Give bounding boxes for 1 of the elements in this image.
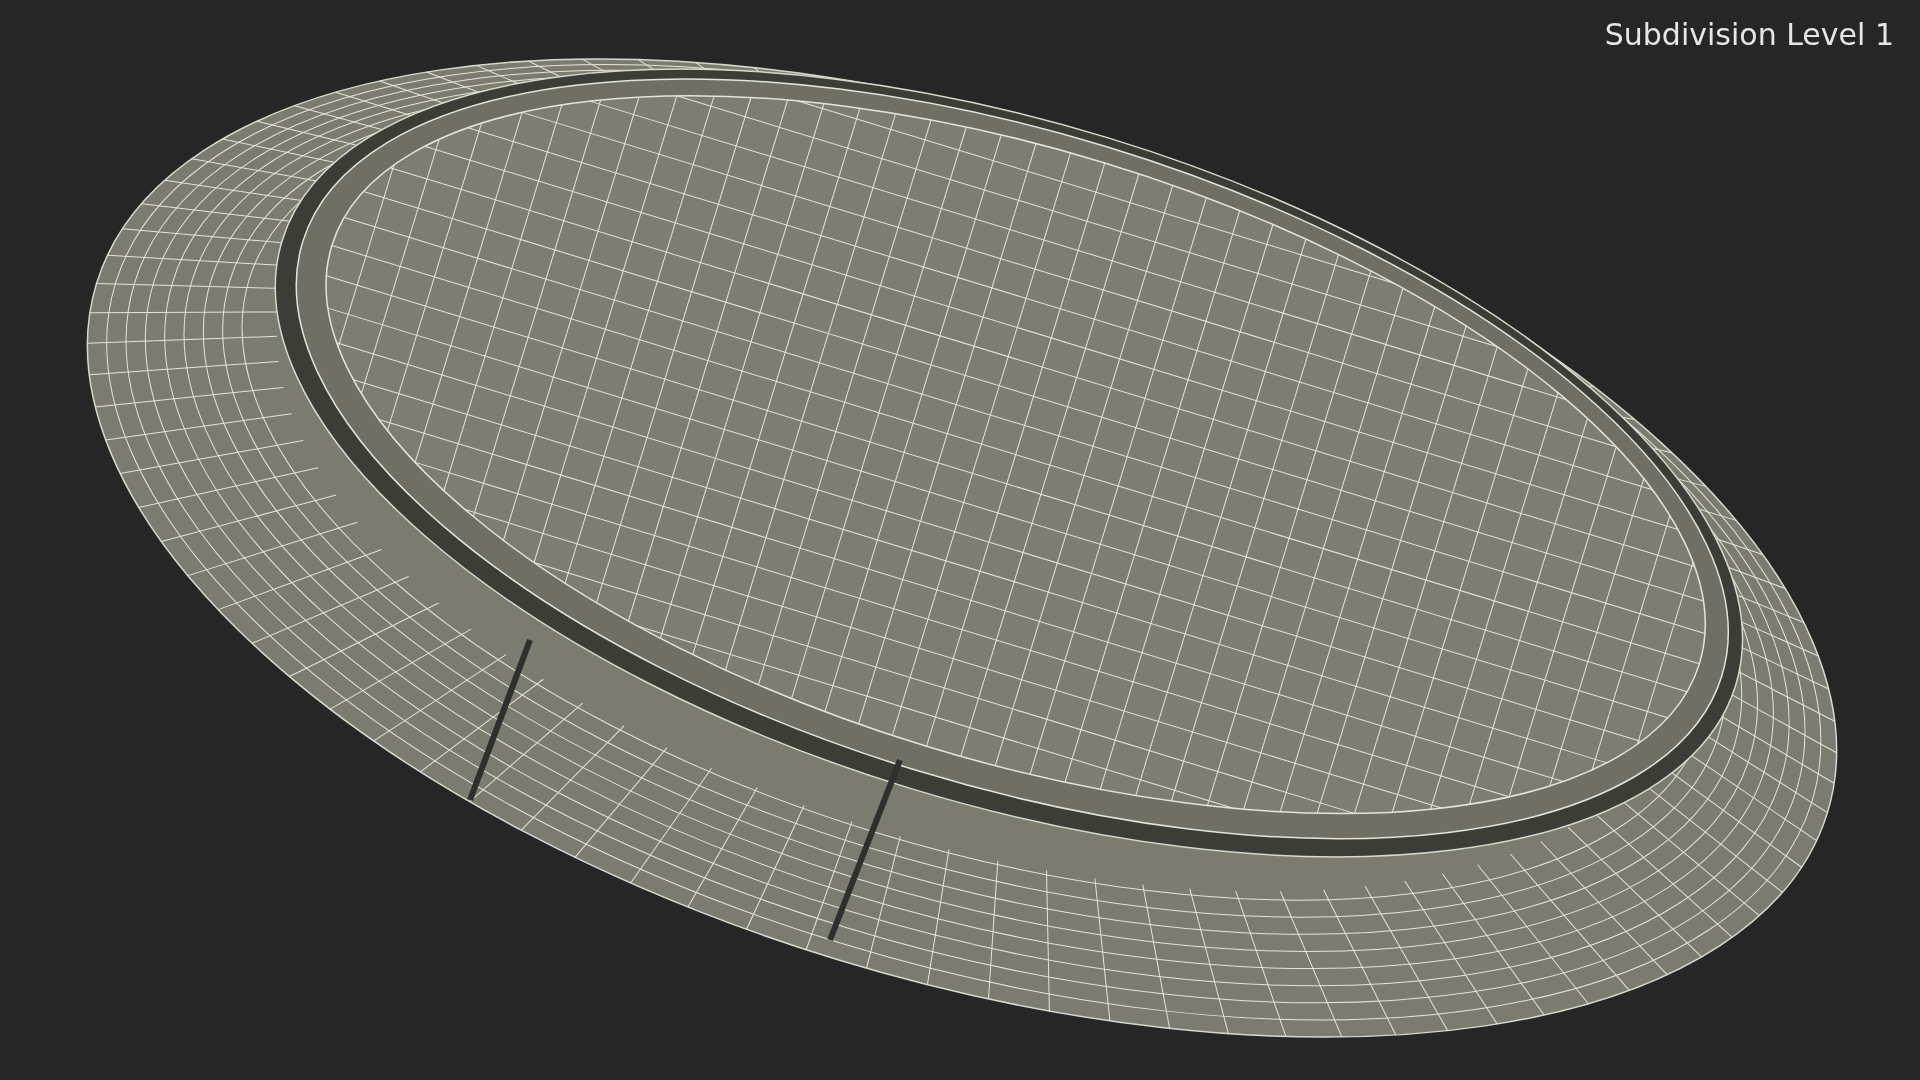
viewport-label: Subdivision Level 1 — [1604, 17, 1894, 52]
